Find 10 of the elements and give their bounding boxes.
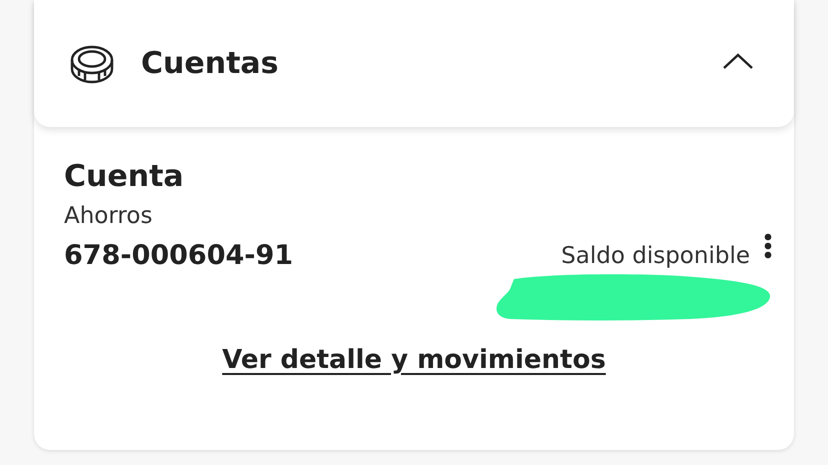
section-header[interactable]: Cuentas [34, 0, 794, 127]
more-options-icon[interactable] [764, 233, 772, 259]
account-title: Cuenta [64, 158, 185, 196]
account-type: Ahorros [64, 202, 154, 231]
account-number: 678-000604-91 [64, 239, 294, 273]
caret-icon[interactable] [722, 52, 754, 70]
details-link[interactable]: Ver detalle y movimientos [222, 345, 606, 375]
balance-label: Saldo disponible [561, 242, 750, 271]
coin-icon [70, 44, 114, 84]
section-title: Cuentas [141, 46, 280, 81]
